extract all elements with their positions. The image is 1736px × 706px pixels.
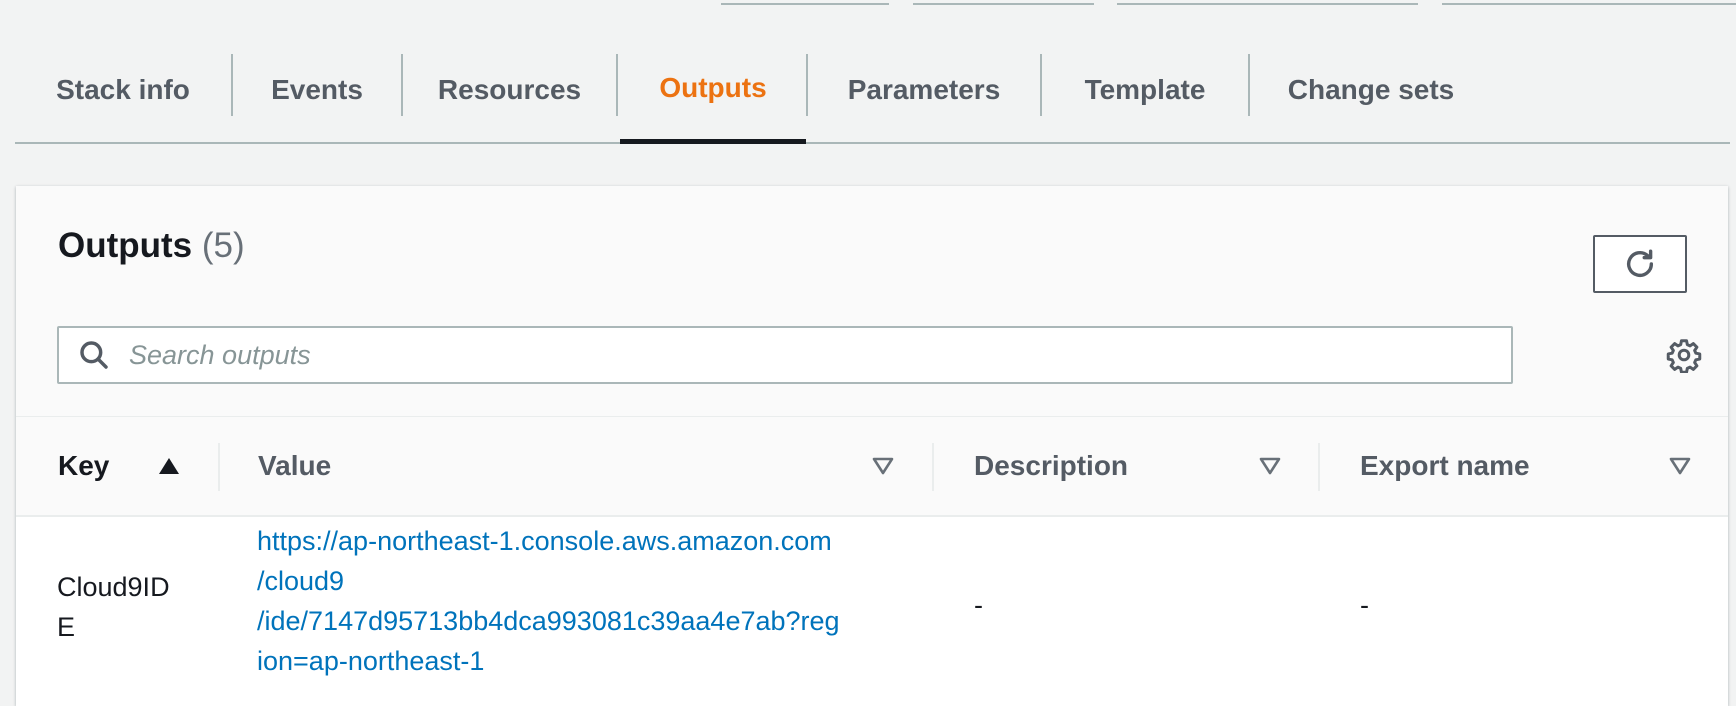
preferences-button[interactable] [1664,335,1704,375]
column-divider [1318,443,1320,491]
sort-icon[interactable] [870,453,896,479]
column-divider [932,443,934,491]
sort-ascending-icon[interactable] [156,453,182,479]
panel-header: Outputs (5) [16,186,1728,417]
tab-label: Stack info [56,74,190,105]
output-description: - [974,590,983,620]
tab-label: Resources [437,74,582,105]
refresh-icon [1626,249,1654,277]
column-header-key[interactable]: Key [58,417,109,515]
sort-icon[interactable] [1667,453,1693,479]
toolbar-button-edge [721,3,889,5]
toolbar-button-edge [1442,3,1736,5]
column-header-label: Export name [1360,450,1530,481]
output-key: Cloud9IDE [57,572,170,642]
tab-template[interactable]: Template [1042,50,1248,142]
tab-label: Change sets [1287,74,1455,105]
column-header-label: Key [58,450,110,481]
output-export-name: - [1360,590,1369,620]
tab-parameters[interactable]: Parameters [808,50,1040,142]
column-header-value[interactable]: Value [258,417,331,515]
tab-label: Template [1084,74,1206,105]
column-header-export-name[interactable]: Export name [1360,417,1530,515]
toolbar-button-edge [1117,3,1418,5]
sort-icon[interactable] [1257,453,1283,479]
column-header-label: Value [258,450,332,481]
tab-label: Parameters [847,74,1001,105]
table-header: Key Value Description Export name [16,417,1728,517]
column-header-label: Description [974,450,1129,481]
search-input[interactable] [127,338,1431,372]
output-value: https://ap-northeast-1.console.aws.amazo… [257,521,907,681]
tab-events[interactable]: Events [233,50,401,142]
tab-label: Events [271,74,363,105]
gear-icon [1666,339,1702,373]
search-field[interactable] [57,326,1513,384]
top-toolbar-edges [0,0,1736,8]
outputs-panel: Outputs (5) Search outputs Key Value Des… [16,186,1728,706]
tab-outputs[interactable]: Outputs [620,50,806,144]
search-icon [77,338,111,372]
link-line: https://ap-northeast-1.console.aws.amazo… [257,526,832,556]
outputs-count: (5) [201,226,245,265]
toolbar-button-edge [913,3,1094,5]
tab-label: Outputs [659,71,767,103]
link-line: /cloud9 [257,566,345,596]
column-divider [218,443,220,491]
tab-stack-info[interactable]: Stack info [15,50,231,142]
output-value-link[interactable]: https://ap-northeast-1.console.aws.amazo… [257,526,840,676]
column-header-description[interactable]: Description [974,417,1128,515]
link-line: /ide/7147d95713bb4dca993081c39aa4e7ab?re… [257,606,840,636]
stack-detail-tabs: Stack info Events Resources Outputs Para… [15,50,1730,144]
table-row: Cloud9IDE https://ap-northeast-1.console… [16,517,1728,697]
panel-title-text: Outputs [58,226,193,265]
tab-change-sets[interactable]: Change sets [1250,50,1492,142]
refresh-button[interactable] [1593,235,1687,293]
tab-resources[interactable]: Resources [403,50,616,142]
panel-title: Outputs (5) [58,226,245,266]
tab-divider [616,54,618,116]
link-line: ion=ap-northeast-1 [257,646,485,676]
